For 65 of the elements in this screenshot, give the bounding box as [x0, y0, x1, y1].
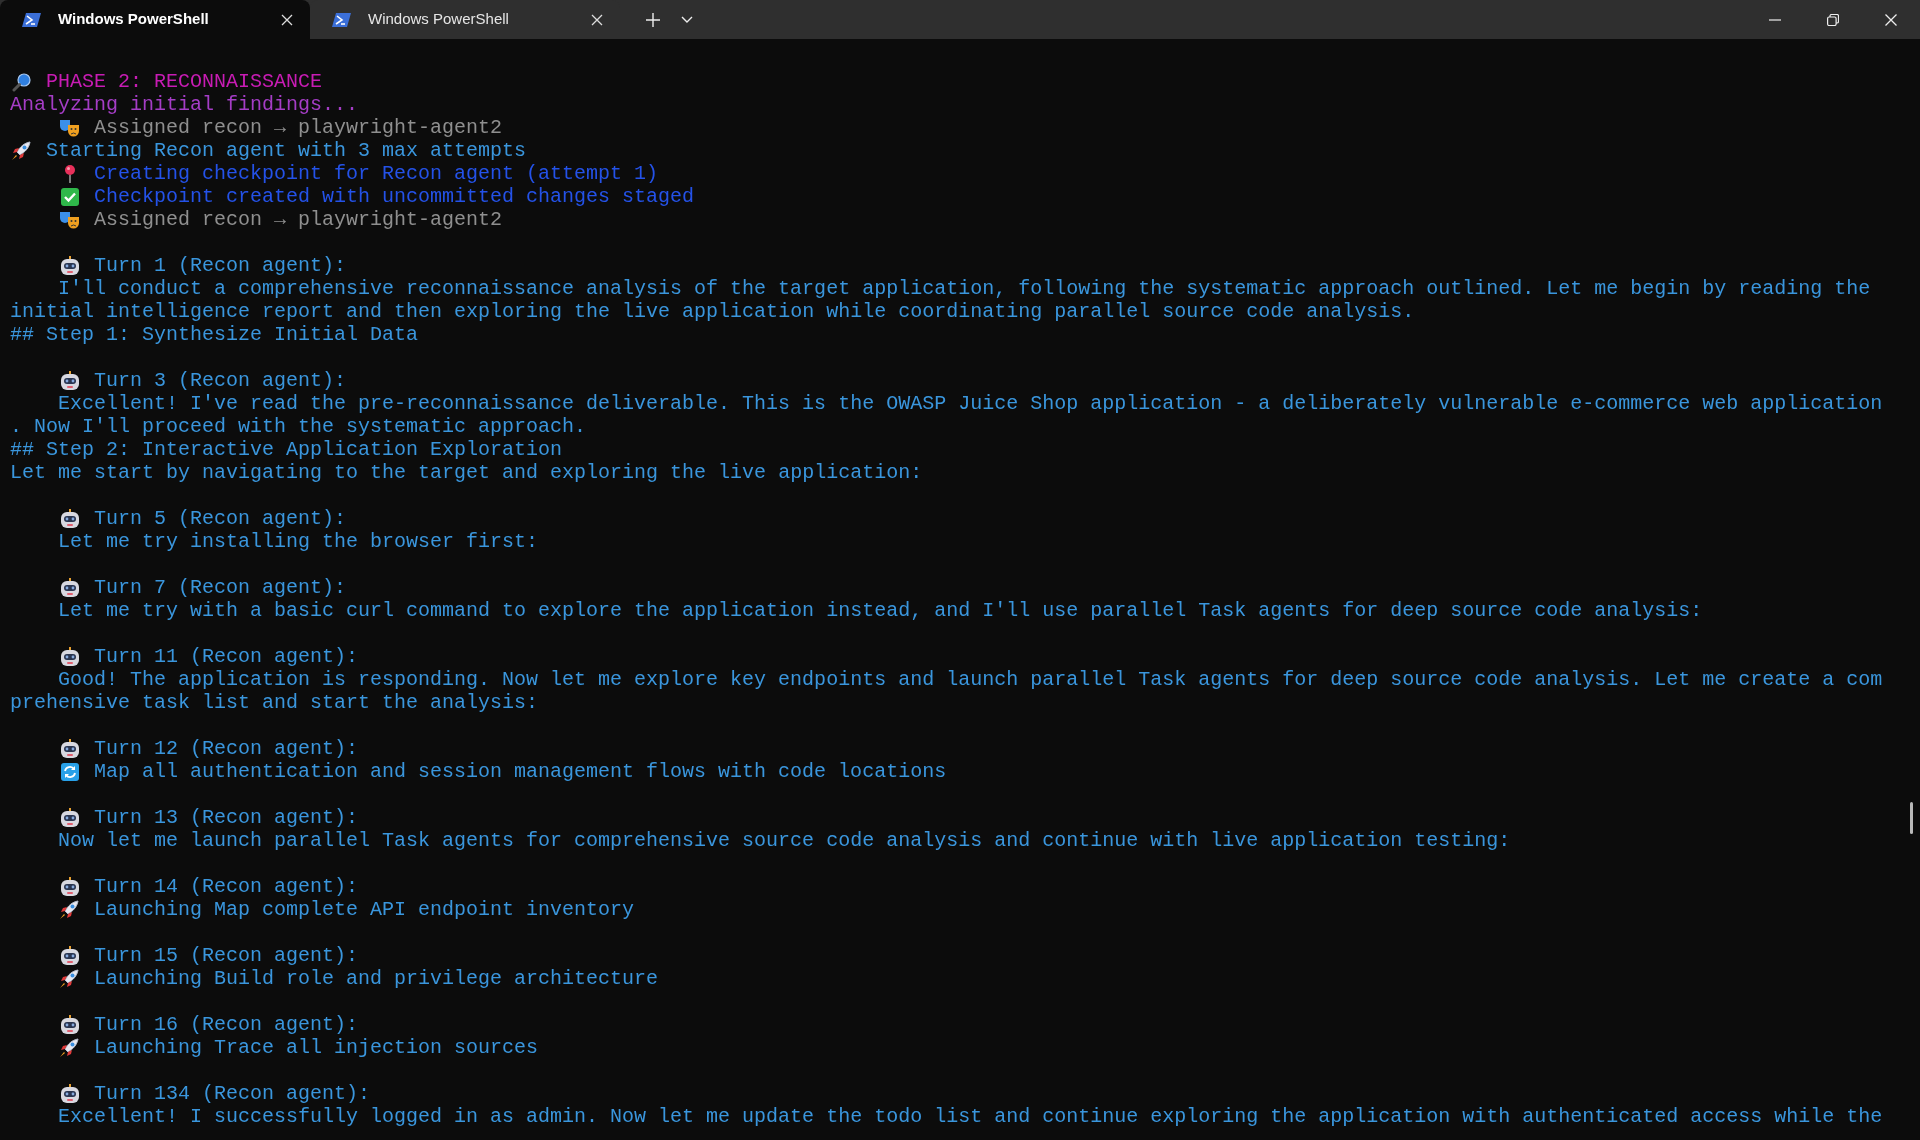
robot-icon [58, 577, 82, 598]
turn-heading: Turn 14 (Recon agent): [94, 875, 359, 898]
output-text: Now let me launch parallel Task agents for comprehensive source code analysis and continue with live application testing: [58, 829, 1511, 852]
status-text: Analyzing initial findings... [10, 93, 359, 116]
turn-heading: Turn 15 (Recon agent): [94, 944, 359, 967]
robot-icon [58, 876, 82, 897]
log-text: Assigned recon → playwright-agent2 [94, 116, 503, 139]
rocket-icon [58, 1037, 82, 1058]
checkbox-icon [58, 186, 82, 207]
log-text: Starting Recon agent with 3 max attempts [46, 139, 527, 162]
rocket-icon [58, 968, 82, 989]
powershell-icon [332, 11, 352, 28]
output-text: I'll conduct a comprehensive reconnaissance analysis of the target application, following the systematic approach outlined. Let me begin by reading the [58, 277, 1871, 300]
masks-icon [58, 117, 82, 138]
output-text: Let me try installing the browser first: [58, 530, 539, 553]
output-text: ## Step 1: Synthesize Initial Data [10, 323, 419, 346]
robot-icon [58, 255, 82, 276]
robot-icon [58, 807, 82, 828]
turn-heading: Turn 16 (Recon agent): [94, 1013, 359, 1036]
output-text: ## Step 2: Interactive Application Exploration [10, 438, 563, 461]
robot-icon [58, 738, 82, 759]
robot-icon [58, 646, 82, 667]
output-text: initial intelligence report and then exploring the live application while coordinating parallel source code analysis. [10, 300, 1415, 323]
magnifier-icon [10, 71, 34, 92]
masks-icon [58, 209, 82, 230]
log-text: Creating checkpoint for Recon agent (attempt 1) [94, 162, 659, 185]
close-icon [280, 12, 294, 27]
robot-icon [58, 1014, 82, 1035]
output-text: Excellent! I successfully logged in as admin. Now let me update the todo list and continue exploring the application with authenticated access while the [58, 1105, 1883, 1128]
close-icon [590, 12, 604, 27]
log-text: Checkpoint created with uncommitted changes staged [94, 185, 695, 208]
restore-icon [1827, 13, 1839, 26]
caret-icon [681, 16, 693, 24]
log-text: Launching Map complete API endpoint inventory [94, 898, 635, 921]
close-icon [1885, 13, 1897, 26]
log-text: Launching Build role and privilege architecture [94, 967, 659, 990]
rocket-icon [58, 899, 82, 920]
robot-icon [58, 370, 82, 391]
rocket-icon [10, 140, 34, 161]
task-text: Map all authentication and session management flows with code locations [94, 760, 947, 783]
output-text: . Now I'll proceed with the systematic approach. [10, 415, 587, 438]
phase-heading: PHASE 2: RECONNAISSANCE [46, 70, 323, 93]
turn-heading: Turn 134 (Recon agent): [94, 1082, 371, 1105]
output-text: Let me try with a basic curl command to explore the application instead, and I'll use parallel Task agents for deep source code analysis: [58, 599, 1703, 622]
output-text: Excellent! I've read the pre-reconnaissance deliverable. This is the OWASP Juice Shop application - a deliberately vulnerable e-commerce web application [58, 392, 1883, 415]
log-text: Assigned recon → playwright-agent2 [94, 208, 503, 231]
refresh-icon [58, 761, 82, 782]
turn-heading: Turn 12 (Recon agent): [94, 737, 359, 760]
turn-heading: Turn 7 (Recon agent): [94, 576, 347, 599]
robot-icon [58, 508, 82, 529]
log-text: Launching Trace all injection sources [94, 1036, 539, 1059]
tab[interactable]: Windows PowerShell [0, 0, 310, 39]
turn-heading: Turn 5 (Recon agent): [94, 507, 347, 530]
output-text: Good! The application is responding. Now let me explore key endpoints and launch parallel Task agents for deep source code analysis. Let me create a com [58, 668, 1883, 691]
plus-icon [646, 13, 660, 27]
robot-icon [58, 1083, 82, 1104]
turn-heading: Turn 13 (Recon agent): [94, 806, 359, 829]
turn-heading: Turn 11 (Recon agent): [94, 645, 359, 668]
output-text: Let me start by navigating to the target and exploring the live application: [10, 461, 923, 484]
scrollbar-thumb[interactable] [1910, 802, 1913, 834]
turn-heading: Turn 3 (Recon agent): [94, 369, 347, 392]
output-text: prehensive task list and start the analysis: [10, 691, 539, 714]
robot-icon [58, 945, 82, 966]
powershell-icon [22, 11, 42, 28]
turn-heading: Turn 1 (Recon agent): [94, 254, 347, 277]
